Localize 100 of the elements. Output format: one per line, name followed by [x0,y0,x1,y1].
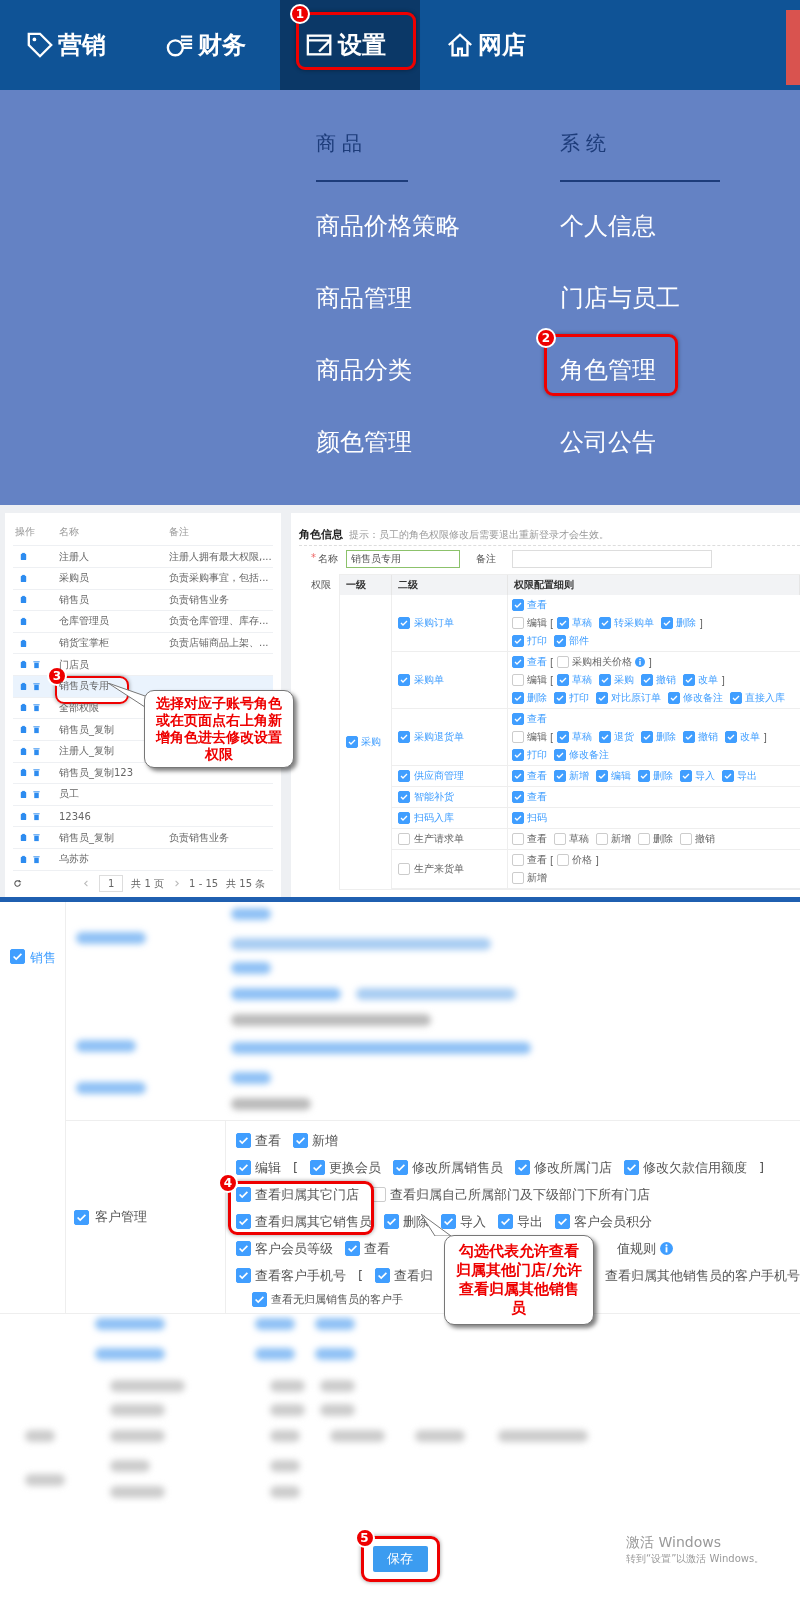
info-icon[interactable] [659,1242,673,1255]
checkbox[interactable] [512,713,524,725]
checkbox[interactable] [73,1209,89,1225]
role-row[interactable]: 12346 [13,805,273,828]
checkbox[interactable] [598,617,611,629]
checkbox[interactable] [556,674,569,686]
checkbox[interactable] [730,692,742,704]
checkbox[interactable] [512,872,524,884]
checkbox[interactable] [344,1241,360,1256]
chevron-right-icon[interactable] [172,879,182,889]
checkbox[interactable] [512,812,524,824]
checkbox[interactable] [398,731,410,743]
checkbox[interactable] [512,791,524,803]
checkbox[interactable] [682,674,695,686]
checkbox[interactable] [235,1214,251,1229]
edit-icon[interactable] [19,616,28,626]
nav-tab[interactable]: 设置 1 [280,0,420,90]
checkbox[interactable] [398,674,410,686]
menu-item[interactable]: 颜色管理 [312,426,412,458]
checkbox[interactable] [292,1133,308,1148]
note-field[interactable] [512,550,712,568]
checkbox[interactable] [346,736,358,748]
role-row[interactable]: 销售员_复制 负责销售业务 [13,827,273,849]
menu-item[interactable]: 商品管理 [312,282,412,314]
checkbox[interactable] [554,692,566,704]
edit-icon[interactable] [19,638,28,648]
edit-icon[interactable] [19,789,28,799]
checkbox[interactable] [554,833,566,845]
edit-icon[interactable] [19,681,28,691]
edit-icon[interactable] [19,703,28,713]
role-row[interactable]: 销货宝掌柜 负责店铺商品上架、... [13,632,273,655]
checkbox[interactable] [556,656,569,668]
nav-tab[interactable]: 财务 [140,0,280,90]
checkbox[interactable] [515,1160,530,1175]
checkbox[interactable] [398,770,410,782]
checkbox[interactable] [724,731,737,743]
checkbox[interactable] [398,833,410,845]
refresh-icon[interactable] [13,879,22,889]
checkbox[interactable] [596,770,608,782]
checkbox[interactable] [596,833,608,845]
menu-item[interactable]: 门店与员工 [556,282,680,314]
checkbox[interactable] [512,854,524,866]
checkbox[interactable] [10,949,25,964]
edit-icon[interactable] [19,746,28,756]
checkbox[interactable] [554,635,566,647]
checkbox[interactable] [398,791,410,803]
trash-icon[interactable] [32,681,41,691]
checkbox[interactable] [554,770,566,782]
checkbox[interactable] [682,731,695,743]
checkbox[interactable] [398,617,410,629]
menu-item[interactable]: 商品价格策略 [312,210,460,242]
nav-tab[interactable]: 网店 [420,0,560,90]
role-row[interactable]: 采购员 负责采购事宜，包括... [13,567,273,590]
role-row[interactable]: 注册人 注册人拥有最大权限,... [13,546,273,568]
checkbox[interactable] [235,1241,251,1256]
checkbox[interactable] [556,731,569,743]
checkbox[interactable] [512,692,524,704]
checkbox[interactable] [680,770,692,782]
checkbox[interactable] [497,1214,513,1229]
checkbox[interactable] [251,1291,267,1307]
checkbox[interactable] [512,617,524,629]
checkbox[interactable] [624,1160,639,1175]
trash-icon[interactable] [32,746,41,756]
checkbox[interactable] [310,1160,325,1175]
trash-icon[interactable] [32,660,41,670]
checkbox[interactable] [638,833,650,845]
checkbox[interactable] [235,1187,251,1202]
menu-item[interactable]: 公司公告 [556,426,656,458]
edit-icon[interactable] [19,811,28,821]
checkbox[interactable] [235,1160,251,1175]
checkbox[interactable] [512,749,524,761]
edit-icon[interactable] [19,660,28,670]
checkbox[interactable] [668,692,680,704]
checkbox[interactable] [235,1268,251,1283]
checkbox[interactable] [512,599,524,611]
edit-icon[interactable] [19,552,28,562]
edit-icon[interactable] [19,854,28,864]
trash-icon[interactable] [32,768,41,778]
edit-icon[interactable] [19,725,28,735]
checkbox[interactable] [556,617,569,629]
menu-item[interactable]: 个人信息 [556,210,656,242]
trash-icon[interactable] [32,703,41,713]
checkbox[interactable] [554,749,566,761]
checkbox[interactable] [640,731,653,743]
page-number-field[interactable]: 1 [99,875,124,893]
edit-icon[interactable] [19,768,28,778]
edit-icon[interactable] [19,833,28,843]
trash-icon[interactable] [32,811,41,821]
checkbox[interactable] [512,674,524,686]
checkbox[interactable] [512,656,524,668]
trash-icon[interactable] [32,725,41,735]
checkbox[interactable] [596,692,608,704]
trash-icon[interactable] [32,789,41,799]
name-field[interactable]: 销售员专用 [346,550,460,568]
role-row[interactable]: 销售员 负责销售业务 [13,589,273,612]
checkbox[interactable] [393,1160,408,1175]
edit-icon[interactable] [19,595,28,605]
checkbox[interactable] [598,674,611,686]
checkbox[interactable] [722,770,734,782]
trash-icon[interactable] [32,833,41,843]
